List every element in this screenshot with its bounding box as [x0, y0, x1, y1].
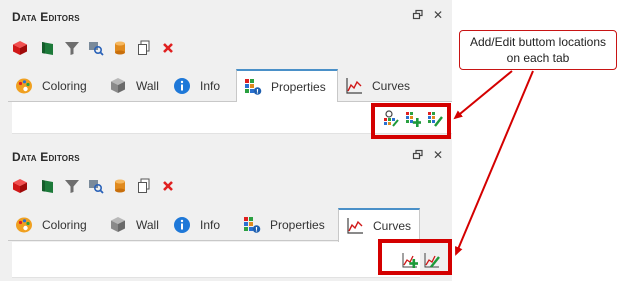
- callout-note: Add/Edit buttom locations on each tab: [459, 30, 617, 70]
- zoom-icon[interactable]: [88, 40, 104, 56]
- tab-label: Info: [200, 79, 221, 93]
- cube-icon[interactable]: [12, 40, 28, 56]
- tab-curves[interactable]: Curves: [338, 208, 420, 242]
- tab-wall[interactable]: Wall: [102, 71, 166, 101]
- tab-label: Curves: [372, 79, 411, 93]
- arrow-to-curves-tools: [455, 70, 534, 256]
- properties-icon: !: [245, 79, 262, 96]
- tab-info[interactable]: Info: [166, 71, 236, 101]
- callout-line: Add/Edit buttom locations: [469, 35, 607, 49]
- tab-content-area: [12, 242, 420, 278]
- svg-text:!: !: [255, 226, 258, 234]
- tab-label: Wall: [136, 218, 159, 232]
- cylinder-icon[interactable]: [112, 178, 128, 194]
- curves-icon: [346, 78, 362, 94]
- close-icon[interactable]: ✕: [432, 149, 444, 161]
- filter-icon[interactable]: [64, 178, 80, 194]
- tab-info[interactable]: Info: [166, 210, 236, 240]
- tab-strip: Coloring Wall Info ! Properties Curves: [8, 208, 420, 242]
- tab-label: Coloring: [42, 79, 87, 93]
- zoom-icon[interactable]: [88, 178, 104, 194]
- tab-label: Properties: [271, 80, 326, 94]
- cube-icon[interactable]: [12, 178, 28, 194]
- highlight-box-properties-tools: [371, 103, 451, 139]
- tab-label: Wall: [136, 79, 159, 93]
- wall-icon: [111, 78, 125, 93]
- tab-properties[interactable]: ! Properties: [236, 69, 338, 103]
- filter-icon[interactable]: [64, 40, 80, 56]
- svg-text:!: !: [256, 88, 259, 96]
- callout-line: on each tab: [506, 51, 570, 65]
- palette-icon: [16, 78, 32, 94]
- flag-icon[interactable]: [40, 40, 56, 56]
- delete-icon[interactable]: [160, 178, 176, 194]
- restore-icon[interactable]: [412, 149, 424, 161]
- tab-properties[interactable]: ! Properties: [236, 210, 338, 240]
- delete-icon[interactable]: [160, 40, 176, 56]
- info-icon: [174, 78, 190, 94]
- tab-coloring[interactable]: Coloring: [8, 210, 102, 240]
- tab-wall[interactable]: Wall: [102, 210, 166, 240]
- info-icon: [174, 217, 190, 233]
- tab-label: Coloring: [42, 218, 87, 232]
- wall-icon: [111, 217, 125, 232]
- properties-icon: !: [244, 217, 261, 234]
- tab-label: Properties: [270, 218, 325, 232]
- panel-title: Data Editors: [12, 10, 80, 24]
- tab-label: Curves: [373, 219, 412, 233]
- curves-icon: [347, 218, 363, 234]
- tab-curves[interactable]: Curves: [338, 71, 426, 101]
- restore-icon[interactable]: [412, 9, 424, 21]
- tab-label: Info: [200, 218, 221, 232]
- highlight-box-curves-tools: [378, 239, 452, 275]
- flag-icon[interactable]: [40, 178, 56, 194]
- arrow-to-properties-tools: [453, 70, 513, 120]
- tab-strip: Coloring Wall Info ! Properties Curves: [8, 69, 452, 103]
- copy-icon[interactable]: [136, 40, 152, 56]
- close-icon[interactable]: ✕: [432, 9, 444, 21]
- copy-icon[interactable]: [136, 178, 152, 194]
- palette-icon: [16, 217, 32, 233]
- tab-coloring[interactable]: Coloring: [8, 71, 102, 101]
- panel-title: Data Editors: [12, 150, 80, 164]
- cylinder-icon[interactable]: [112, 40, 128, 56]
